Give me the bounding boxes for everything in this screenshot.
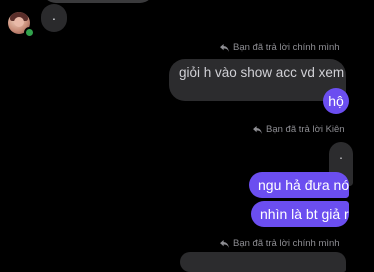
quoted-message-bubble[interactable]	[180, 252, 346, 272]
reply-indicator-1: Bạn đã trả lời chính mình	[220, 42, 340, 53]
reply-arrow-icon	[220, 239, 229, 248]
reply-indicator-label: Bạn đã trả lời chính mình	[233, 238, 340, 249]
avatar-face	[14, 17, 24, 27]
reply-indicator-label: Bạn đã trả lời chính mình	[233, 42, 340, 53]
quoted-message-text: giỏi h vào show acc vd xem	[179, 65, 345, 80]
sent-message-bubble[interactable]: hộ	[323, 88, 349, 114]
incoming-message-text: .	[52, 7, 56, 23]
reply-indicator-2: Bạn đã trả lời Kiên	[253, 124, 345, 135]
reply-arrow-icon	[220, 43, 229, 52]
sent-message-text: nhìn là bt giả r	[260, 206, 349, 222]
incoming-message-bubble[interactable]: .	[41, 4, 67, 32]
sent-message-bubble[interactable]: ngu hả đưa nó	[249, 172, 349, 198]
reply-indicator-label: Bạn đã trả lời Kiên	[266, 124, 345, 135]
reply-arrow-icon	[253, 125, 262, 134]
previous-message-bubble[interactable]	[42, 0, 154, 3]
sent-message-bubble[interactable]: nhìn là bt giả r	[251, 201, 349, 227]
sent-message-text: hộ	[328, 93, 344, 109]
quoted-message-text: .	[339, 147, 343, 162]
reply-indicator-3: Bạn đã trả lời chính mình	[220, 238, 340, 249]
quoted-message-bubble[interactable]: giỏi h vào show acc vd xem	[169, 59, 346, 101]
sent-message-text: ngu hả đưa nó	[258, 177, 350, 193]
online-status-dot	[24, 27, 35, 38]
